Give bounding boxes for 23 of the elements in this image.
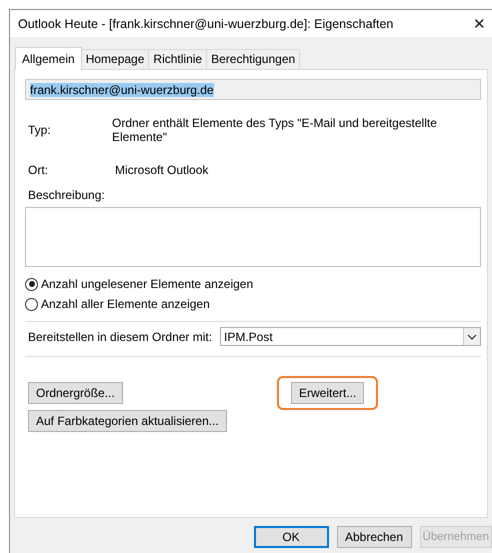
tab[interactable]: Allgemein [15,47,82,70]
radio-button[interactable] [25,278,38,290]
property-value: Ordner enthält Elemente des Typs "E-Mail und bereitgestellte Elemente" [112,116,438,144]
name-field[interactable]: frank.kirschner@uni-wuerzburg.de [25,79,481,100]
action-button[interactable]: Auf Farbkategorien aktualisieren... [28,410,227,432]
action-button[interactable]: Erweitert... [291,382,364,404]
property-label: Ort: [27,163,49,177]
post-label: Bereitstellen in diesem Ordner mit: [28,330,212,344]
radio-button[interactable] [25,298,38,310]
chevron-icon [467,334,477,340]
action-button[interactable]: Ordnergröße... [28,382,123,404]
close-button[interactable]: ✕ [467,14,492,32]
window-title: Outlook Heute - [frank.kirschner@uni-wuerzburg.de]: Eigenschaften [18,16,394,30]
dialog-button[interactable]: OK [254,526,329,548]
radio-label[interactable]: Anzahl aller Elemente anzeigen [41,297,210,311]
description-label: Beschreibung: [27,188,106,202]
property-label: Typ: [27,122,52,139]
description-field[interactable] [25,207,481,267]
tab[interactable]: Berechtigungen [206,49,300,69]
property-value: Microsoft Outlook [114,163,210,177]
dialog-button[interactable]: Abbrechen [336,526,412,548]
radio-label[interactable]: Anzahl ungelesener Elemente anzeigen [41,277,254,291]
post-dropdown[interactable]: IPM.Post [220,327,481,346]
